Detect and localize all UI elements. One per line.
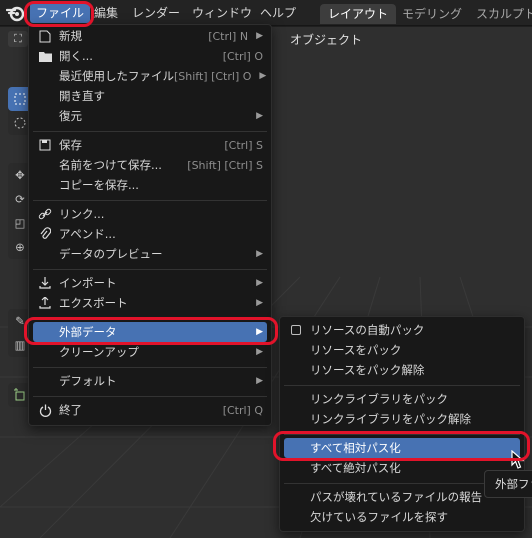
menu-item-label: リソースをパック解除	[310, 363, 425, 377]
menu-separator	[33, 131, 267, 132]
view-options-icon[interactable]: ⛶	[8, 31, 28, 47]
menu-item-label: 名前をつけて保存...	[59, 158, 162, 172]
menu-item-label: データのプレビュー	[59, 247, 163, 261]
shortcut-label: [Ctrl] S	[224, 138, 263, 152]
blender-logo-icon[interactable]	[5, 4, 26, 22]
paperclip-icon	[37, 226, 53, 242]
folder-icon	[37, 48, 53, 64]
menu-item-label: インポート	[59, 276, 117, 290]
submenu-arrow-icon: ▶	[256, 31, 263, 41]
menu-item-label: リンク...	[59, 207, 105, 221]
shortcut-label: [Shift] [Ctrl] S	[187, 158, 263, 172]
menu-item-label: 新規	[59, 29, 82, 43]
submenu-arrow-icon: ▶	[256, 347, 263, 357]
menu-item-save-copy[interactable]: コピーを保存...	[33, 175, 267, 195]
menu-item-data-preview[interactable]: データのプレビュー ▶	[33, 244, 267, 264]
menu-item-open[interactable]: 開く... [Ctrl] O	[33, 46, 267, 66]
menu-item-label: 欠けているファイルを探す	[310, 510, 448, 524]
new-file-icon	[37, 28, 53, 44]
menu-item-label: コピーを保存...	[59, 178, 139, 192]
submenu-arrow-icon: ▶	[256, 111, 263, 121]
menu-item-quit[interactable]: 終了 [Ctrl] Q	[33, 400, 267, 420]
menu-item-label: リソースの自動パック	[310, 323, 425, 337]
menu-item-auto-pack[interactable]: リソースの自動パック	[284, 320, 520, 340]
menu-render[interactable]: レンダー	[126, 3, 186, 23]
menu-item-label: すべて相対パス化	[310, 441, 401, 455]
menu-separator	[33, 200, 267, 201]
menu-item-label: デフォルト	[59, 374, 117, 388]
menu-item-external-data[interactable]: 外部データ ▶	[33, 322, 267, 342]
tab-layout[interactable]: レイアウト	[320, 4, 397, 24]
menu-item-new[interactable]: 新規 [Ctrl] N ▶	[33, 26, 267, 46]
export-icon	[37, 295, 53, 311]
object-mode-label[interactable]: オブジェクト	[290, 31, 362, 48]
menu-item-find-missing[interactable]: 欠けているファイルを探す	[284, 507, 520, 527]
menu-item-unpack-resources[interactable]: リソースをパック解除	[284, 360, 520, 380]
menu-item-label: クリーンアップ	[59, 345, 139, 359]
menu-item-label: 開く...	[59, 49, 93, 63]
menu-item-make-paths-relative[interactable]: すべて相対パス化	[284, 438, 520, 458]
submenu-arrow-icon: ▶	[256, 278, 263, 288]
checkbox[interactable]	[288, 322, 304, 338]
menu-separator	[33, 318, 267, 319]
import-icon	[37, 275, 53, 291]
menu-item-export[interactable]: エクスポート ▶	[33, 293, 267, 313]
menu-item-label: 保存	[59, 138, 82, 152]
submenu-arrow-icon: ▶	[256, 249, 263, 259]
submenu-arrow-icon: ▶	[256, 327, 263, 337]
menu-item-label: 終了	[59, 403, 82, 417]
menu-item-link[interactable]: リンク...	[33, 204, 267, 224]
menu-item-label: 外部データ	[59, 325, 117, 339]
power-icon	[37, 402, 53, 418]
shortcut-label: [Ctrl] O	[222, 49, 263, 63]
menu-item-pack-libraries[interactable]: リンクライブラリをパック	[284, 389, 520, 409]
shortcut-label: [Ctrl] Q	[222, 403, 263, 417]
menu-separator	[284, 385, 520, 386]
menu-separator	[33, 367, 267, 368]
file-menu: 新規 [Ctrl] N ▶ 開く... [Ctrl] O 最近使用したファイル …	[28, 24, 272, 426]
menu-help[interactable]: ヘルプ	[254, 3, 302, 23]
menu-edit[interactable]: 編集	[88, 3, 124, 23]
menu-item-label: 開き直す	[59, 89, 105, 103]
menu-item-unpack-libraries[interactable]: リンクライブラリをパック解除	[284, 409, 520, 429]
menu-item-append[interactable]: アペンド...	[33, 224, 267, 244]
menu-item-label: 最近使用したファイル	[59, 69, 174, 83]
menu-item-label: リンクライブラリをパック	[310, 392, 448, 406]
submenu-arrow-icon: ▶	[256, 298, 263, 308]
menu-separator	[33, 396, 267, 397]
menu-separator	[33, 269, 267, 270]
menu-item-label: エクスポート	[59, 296, 128, 310]
menu-item-recent[interactable]: 最近使用したファイル [Shift] [Ctrl] O ▶	[33, 66, 267, 86]
submenu-arrow-icon: ▶	[256, 376, 263, 386]
menu-item-label: リソースをパック	[310, 343, 402, 357]
menu-separator	[284, 434, 520, 435]
shortcut-label: [Shift] [Ctrl] O	[174, 69, 252, 83]
external-data-submenu: リソースの自動パック リソースをパック リソースをパック解除 リンクライブラリを…	[279, 316, 525, 532]
menu-file[interactable]: ファイル	[30, 3, 91, 23]
menu-item-label: 復元	[59, 109, 82, 123]
menu-item-pack-resources[interactable]: リソースをパック	[284, 340, 520, 360]
top-menu-bar: ファイル 編集 レンダー ウィンドウ ヘルプ レイアウト モデリング スカルプト	[0, 0, 532, 26]
menu-item-save-as[interactable]: 名前をつけて保存... [Shift] [Ctrl] S	[33, 155, 267, 175]
tab-modeling[interactable]: モデリング	[394, 4, 470, 24]
menu-item-cleanup[interactable]: クリーンアップ ▶	[33, 342, 267, 362]
tooltip: 外部ファ	[484, 470, 532, 498]
menu-item-label: リンクライブラリをパック解除	[310, 412, 471, 426]
menu-item-defaults[interactable]: デフォルト ▶	[33, 371, 267, 391]
save-icon	[37, 137, 53, 153]
mouse-cursor-icon	[511, 450, 525, 469]
submenu-arrow-icon: ▶	[259, 71, 267, 81]
menu-item-label: アペンド...	[59, 227, 116, 241]
menu-item-save[interactable]: 保存 [Ctrl] S	[33, 135, 267, 155]
menu-item-recover[interactable]: 復元 ▶	[33, 106, 267, 126]
menu-window[interactable]: ウィンドウ	[186, 3, 258, 23]
link-icon	[37, 206, 53, 222]
shortcut-label: [Ctrl] N	[208, 29, 249, 43]
menu-item-revert[interactable]: 開き直す	[33, 86, 267, 106]
menu-item-import[interactable]: インポート ▶	[33, 273, 267, 293]
tab-sculpt[interactable]: スカルプト	[468, 4, 532, 24]
